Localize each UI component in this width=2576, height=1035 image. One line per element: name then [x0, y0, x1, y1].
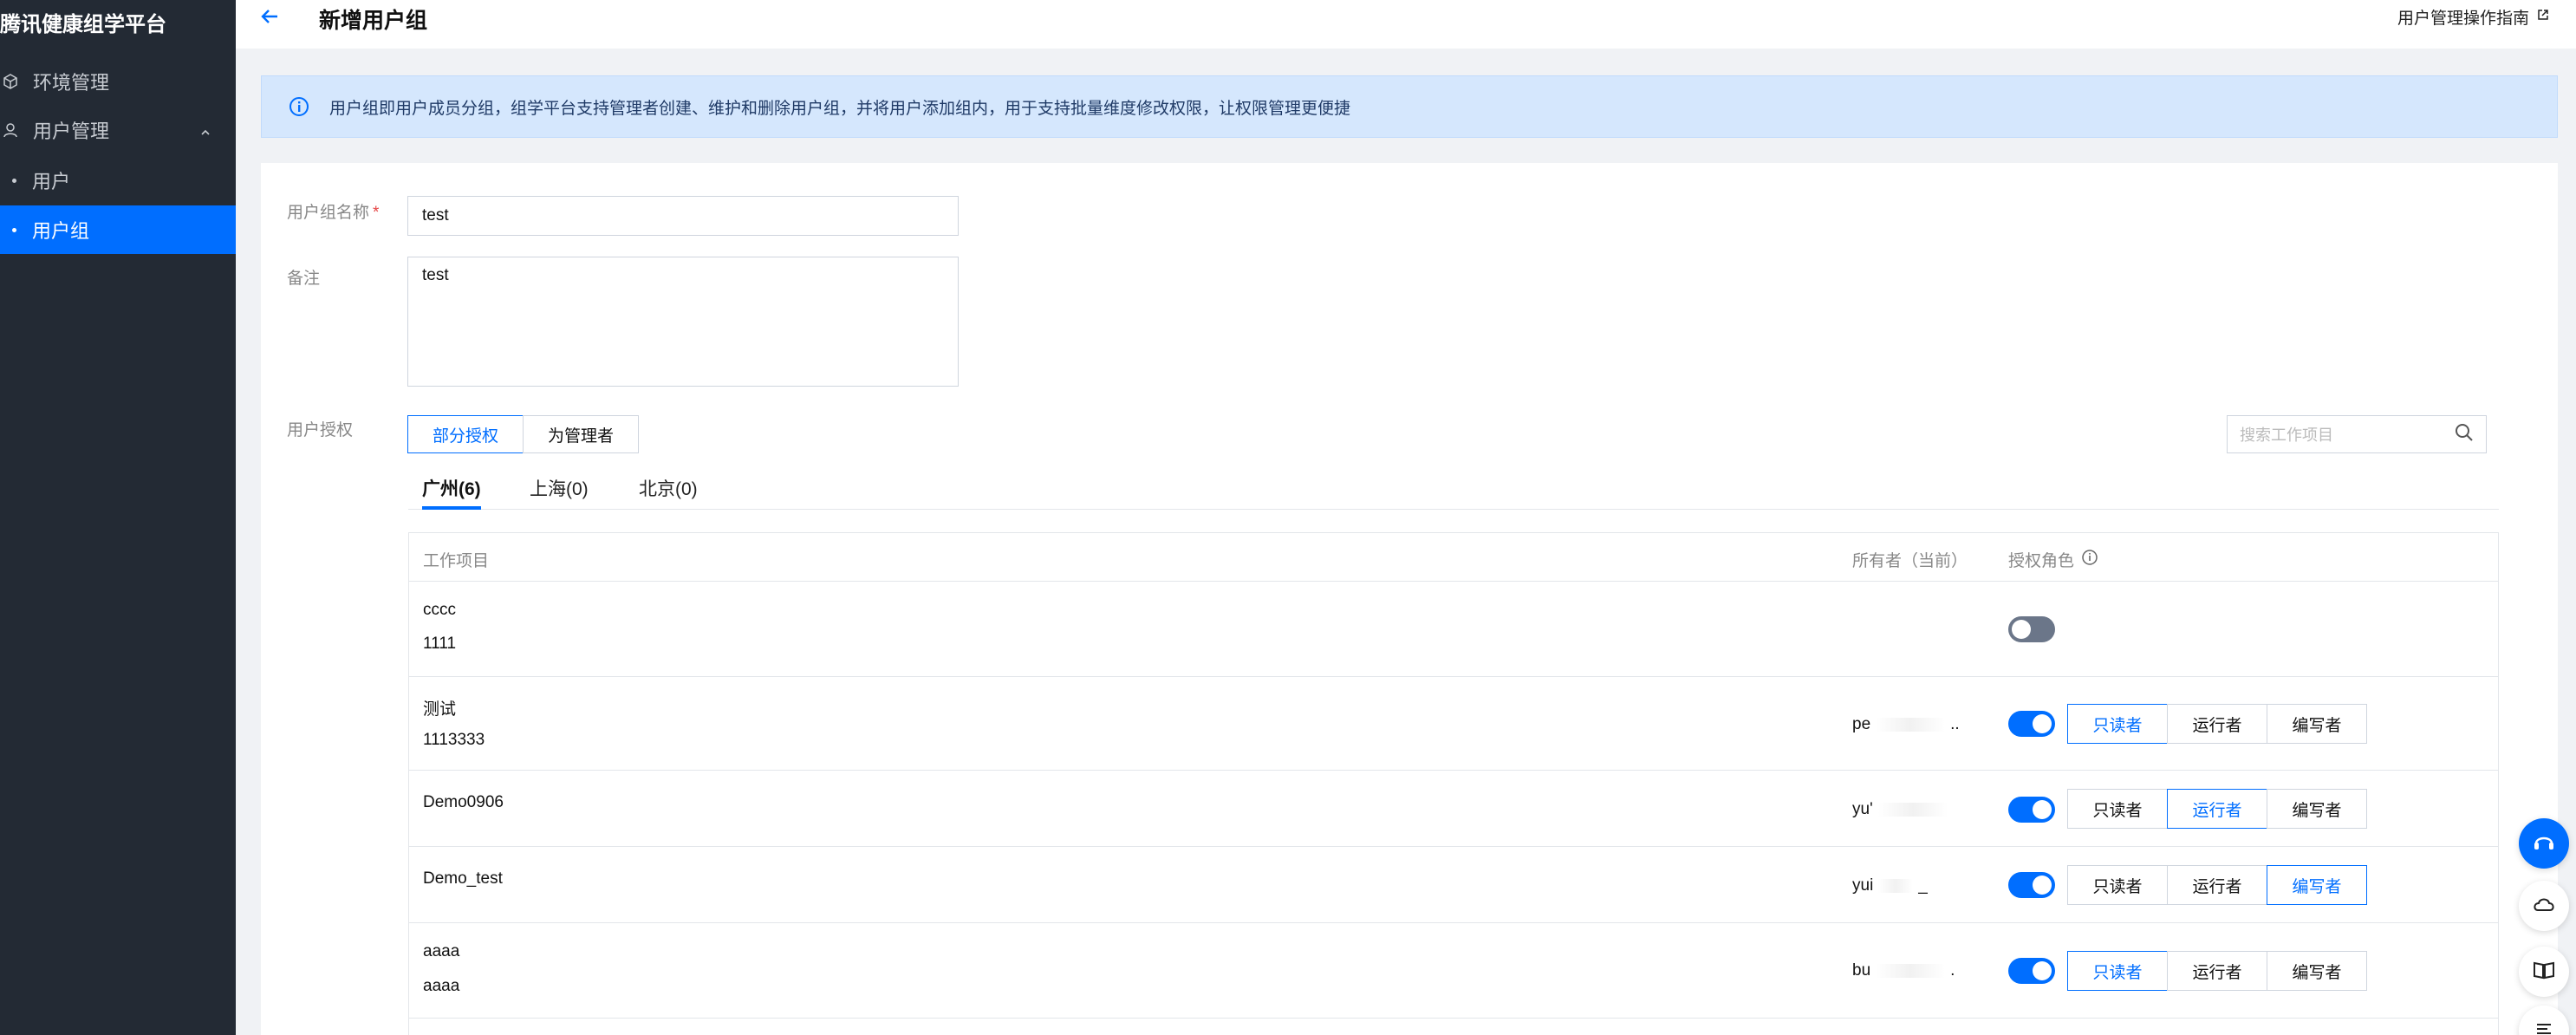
info-icon: [288, 95, 310, 118]
project-table: 工作项目 所有者（当前） 授权角色 cccc 1111 测试 1113333 p…: [408, 532, 2499, 1035]
cube-icon: [0, 71, 21, 92]
form-card: 用户组名称 * test 备注 test 用户授权 部分授权 为管理者 搜索工作项…: [261, 163, 2558, 1035]
project-name: Demo_test: [423, 869, 503, 888]
chevron-up-icon: [199, 121, 211, 144]
external-link-icon: [2536, 8, 2550, 27]
table-row: Demo0906 yu' 只读者 运行者 编写者: [409, 771, 2498, 847]
cloud-button[interactable]: [2519, 881, 2569, 931]
sidebar: 腾讯健康组学平台 环境管理 用户管理 用户 用户组: [0, 0, 236, 1035]
group-name-input[interactable]: test: [407, 196, 959, 236]
table-row: cccc 1111: [409, 582, 2498, 677]
project-name: Demo0906: [423, 793, 504, 811]
col-owner: 所有者（当前）: [1852, 552, 1968, 570]
project-id: 1111: [423, 635, 457, 653]
project-search-input[interactable]: 搜索工作项目: [2227, 415, 2487, 453]
search-placeholder: 搜索工作项目: [2240, 426, 2333, 444]
auth-toggle[interactable]: [2008, 872, 2055, 898]
info-icon[interactable]: [2081, 549, 2098, 571]
role-reader-button[interactable]: 只读者: [2067, 865, 2168, 905]
note-textarea[interactable]: test: [407, 257, 959, 387]
role-reader-button[interactable]: 只读者: [2067, 704, 2168, 744]
col-project: 工作项目: [423, 552, 490, 570]
page-title: 新增用户组: [319, 9, 428, 33]
project-id: 1113333: [423, 731, 485, 749]
table-row: 测试 1113333 pe.. 只读者 运行者 编写者: [409, 677, 2498, 771]
tab-shanghai[interactable]: 上海(0): [530, 475, 589, 510]
sidebar-item-user-groups[interactable]: 用户组: [0, 205, 236, 254]
sidebar-item-users[interactable]: 用户: [0, 156, 236, 205]
auth-toggle[interactable]: [2008, 616, 2055, 642]
col-role: 授权角色: [2008, 548, 2098, 571]
role-writer-button[interactable]: 编写者: [2267, 789, 2367, 829]
sidebar-item-env[interactable]: 环境管理: [0, 57, 236, 106]
cloud-icon: [2531, 891, 2557, 921]
owner-value: yu': [1852, 800, 1953, 819]
auth-toggle[interactable]: [2008, 711, 2055, 737]
bullet-icon: [12, 227, 16, 232]
info-banner: 用户组即用户成员分组，组学平台支持管理者创建、维护和删除用户组，并将用户添加组内…: [261, 75, 2558, 138]
bullet-icon: [12, 178, 16, 183]
role-writer-button[interactable]: 编写者: [2267, 865, 2367, 905]
region-tabs: 广州(6) 上海(0) 北京(0): [408, 475, 2499, 510]
sidebar-item-label: 用户: [32, 171, 71, 192]
sidebar-item-label: 用户组: [32, 220, 90, 242]
name-label: 用户组名称 *: [287, 204, 380, 222]
table-row: Demo_test yui _ 只读者 运行者 编写者: [409, 847, 2498, 923]
tab-guangzhou[interactable]: 广州(6): [422, 475, 481, 510]
role-runner-button[interactable]: 运行者: [2167, 865, 2267, 905]
role-reader-button[interactable]: 只读者: [2067, 951, 2168, 991]
note-label: 备注: [287, 270, 321, 288]
tab-beijing[interactable]: 北京(0): [639, 475, 698, 510]
owner-value: bu.: [1852, 961, 1955, 980]
sidebar-item-label: 用户管理: [33, 120, 110, 142]
docs-button[interactable]: [2519, 947, 2569, 997]
owner-value: pe..: [1852, 715, 1960, 733]
sidebar-item-user-mgmt[interactable]: 用户管理: [0, 106, 236, 154]
auth-toggle[interactable]: [2008, 958, 2055, 984]
banner-text: 用户组即用户成员分组，组学平台支持管理者创建、维护和删除用户组，并将用户添加组内…: [329, 99, 1351, 118]
role-writer-button[interactable]: 编写者: [2267, 951, 2367, 991]
table-header: 工作项目 所有者（当前） 授权角色: [409, 533, 2498, 582]
brand-title: 腾讯健康组学平台: [0, 13, 166, 36]
project-id: aaaa: [423, 977, 460, 995]
admin-auth-button[interactable]: 为管理者: [523, 415, 639, 453]
search-icon: [2455, 423, 2474, 446]
role-runner-button[interactable]: 运行者: [2167, 951, 2267, 991]
user-icon: [0, 120, 21, 140]
back-arrow-icon[interactable]: [258, 5, 281, 28]
support-button[interactable]: [2519, 818, 2569, 869]
role-runner-button[interactable]: 运行者: [2167, 789, 2267, 829]
project-name: aaaa: [423, 942, 460, 960]
partial-auth-button[interactable]: 部分授权: [407, 415, 524, 453]
book-icon: [2531, 957, 2557, 987]
guide-link-label: 用户管理操作指南: [2397, 10, 2529, 28]
guide-link[interactable]: 用户管理操作指南: [2397, 5, 2550, 29]
list-icon: [2533, 1018, 2555, 1035]
auth-label: 用户授权: [287, 421, 354, 439]
page-header: 新增用户组 用户管理操作指南: [236, 0, 2576, 49]
headset-icon: [2531, 829, 2557, 859]
project-name: 测试: [423, 700, 457, 719]
table-row: aaaa aaaa bu. 只读者 运行者 编写者: [409, 923, 2498, 1019]
role-writer-button[interactable]: 编写者: [2267, 704, 2367, 744]
role-reader-button[interactable]: 只读者: [2067, 789, 2168, 829]
sidebar-item-label: 环境管理: [33, 72, 110, 94]
project-name: cccc: [423, 601, 456, 619]
owner-value: yui _: [1852, 876, 1928, 895]
auth-toggle[interactable]: [2008, 797, 2055, 823]
role-runner-button[interactable]: 运行者: [2167, 704, 2267, 744]
